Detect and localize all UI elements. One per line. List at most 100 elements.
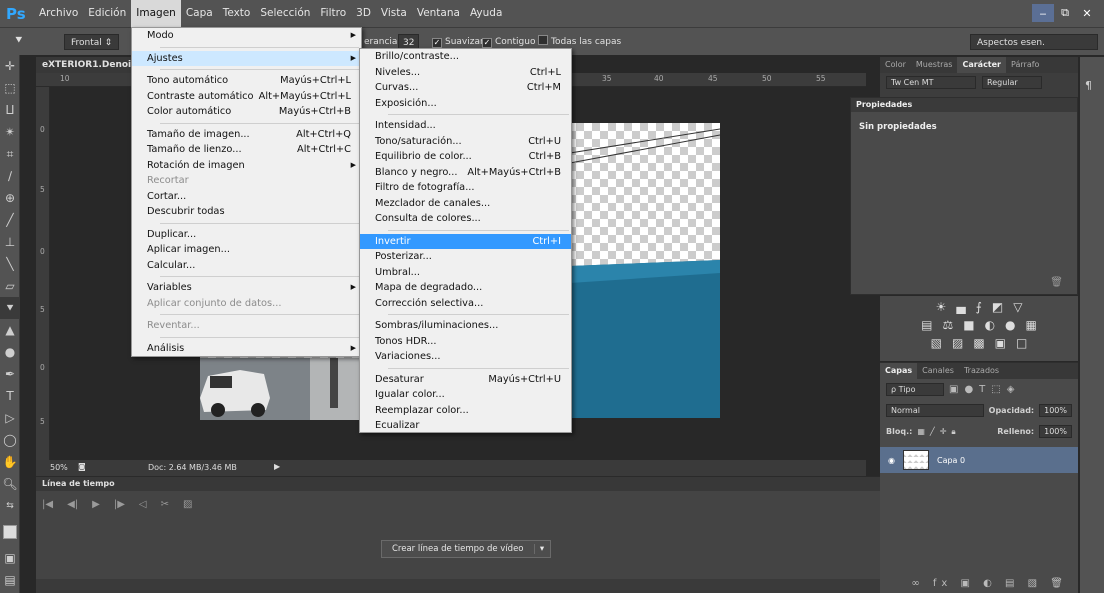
exposure-icon[interactable]: ◩: [992, 300, 1003, 314]
paint-bucket-icon[interactable]: ⯆: [14, 32, 24, 48]
character-panel-icon[interactable]: ¶: [1085, 79, 1099, 92]
clone-stamp-tool-icon[interactable]: ⊥: [0, 231, 20, 253]
menu-item-tamano-de-lienzo[interactable]: Tamaño de lienzo... Alt+Ctrl+C: [132, 142, 361, 158]
menu-item-analisis[interactable]: Análisis ▶: [132, 341, 361, 357]
blur-tool-icon[interactable]: ▲: [0, 319, 20, 341]
tab-swatches[interactable]: Muestras: [911, 57, 958, 73]
menu-item-correccion-selectiva[interactable]: Corrección selectiva...: [360, 296, 571, 312]
menu-item-rotacion-de-imagen[interactable]: Rotación de imagen ▶: [132, 158, 361, 174]
fill-input[interactable]: 100%: [1039, 425, 1072, 438]
invert-icon[interactable]: ▧: [931, 336, 942, 350]
menu-item-aplicar-imagen[interactable]: Aplicar imagen...: [132, 242, 361, 258]
menu-item-cortar[interactable]: Cortar...: [132, 189, 361, 205]
menu-item-ajustes[interactable]: Ajustes ▶: [132, 50, 361, 66]
tab-paths[interactable]: Trazados: [959, 363, 1004, 379]
play-icon[interactable]: ▶: [92, 499, 100, 510]
pen-tool-icon[interactable]: ✒: [0, 363, 20, 385]
hue-saturation-icon[interactable]: ▤: [921, 318, 932, 332]
first-frame-icon[interactable]: |◀: [42, 499, 53, 510]
layers-footer-icons[interactable]: ∞ fx ▣ ◐ ▤ ▧ 🗑︎: [880, 578, 1078, 589]
menu-item-duplicar[interactable]: Duplicar...: [132, 227, 361, 243]
menu-item-mapa-de-degradado[interactable]: Mapa de degradado...: [360, 280, 571, 296]
tab-color[interactable]: Color: [880, 57, 911, 73]
brush-tool-icon[interactable]: ╱: [0, 209, 20, 231]
prev-frame-icon[interactable]: ◀|: [67, 499, 78, 510]
channel-mixer-icon[interactable]: ●: [1005, 318, 1015, 332]
menu-3d[interactable]: 3D: [351, 0, 376, 27]
blend-mode-select[interactable]: Normal: [886, 404, 984, 417]
menu-item-tono-automatico[interactable]: Tono automático Mayús+Ctrl+L: [132, 73, 361, 89]
menu-item-sombras-iluminaciones[interactable]: Sombras/iluminaciones...: [360, 318, 571, 334]
eyedropper-tool-icon[interactable]: ∕: [0, 165, 20, 187]
black-white-icon[interactable]: ■: [963, 318, 974, 332]
menu-item-tamano-de-imagen[interactable]: Tamaño de imagen... Alt+Ctrl+Q: [132, 127, 361, 143]
threshold-icon[interactable]: ▩: [973, 336, 984, 350]
menu-item-tono-saturacion[interactable]: Tono/saturación... Ctrl+U: [360, 134, 571, 150]
menu-filtro[interactable]: Filtro: [315, 0, 351, 27]
opacity-input[interactable]: 100%: [1039, 404, 1072, 417]
curves-icon[interactable]: ⨍: [976, 300, 982, 314]
layer-filter-icons[interactable]: ▣●T⬚◈: [949, 384, 1020, 395]
shape-tool-icon[interactable]: ◯: [0, 429, 20, 451]
menu-texto[interactable]: Texto: [218, 0, 256, 27]
hand-tool-icon[interactable]: ✋: [0, 451, 20, 473]
menu-item-aplicar-conjunto-de-datos[interactable]: Aplicar conjunto de datos...: [132, 296, 361, 312]
menu-item-ecualizar[interactable]: Ecualizar: [360, 418, 571, 434]
menu-item-tonos-hdr[interactable]: Tonos HDR...: [360, 334, 571, 350]
menu-item-equilibrio-de-color[interactable]: Equilibrio de color... Ctrl+B: [360, 149, 571, 165]
menu-item-intensidad[interactable]: Intensidad...: [360, 118, 571, 134]
menu-item-calcular[interactable]: Calcular...: [132, 258, 361, 274]
layer-filter-select[interactable]: ρ Tipo: [886, 383, 944, 396]
font-style-select[interactable]: Regular: [982, 76, 1042, 89]
photo-filter-icon[interactable]: ◐: [985, 318, 995, 332]
color-lookup-icon[interactable]: ▦: [1026, 318, 1037, 332]
status-menu-arrow-icon[interactable]: ▶: [274, 462, 280, 471]
healing-brush-tool-icon[interactable]: ⊕: [0, 187, 20, 209]
magic-wand-tool-icon[interactable]: ✴: [0, 121, 20, 143]
color-balance-icon[interactable]: ⚖: [942, 318, 953, 332]
menu-seleccion[interactable]: Selección: [255, 0, 315, 27]
trash-icon[interactable]: 🗑︎: [1050, 277, 1063, 288]
layer-row[interactable]: ◉ Capa 0: [880, 447, 1078, 473]
font-family-select[interactable]: Tw Cen MT: [886, 76, 976, 89]
menu-item-variables[interactable]: Variables ▶: [132, 280, 361, 296]
menu-item-recortar[interactable]: Recortar: [132, 173, 361, 189]
menu-archivo[interactable]: Archivo: [34, 0, 83, 27]
history-brush-tool-icon[interactable]: ╲: [0, 253, 20, 275]
next-frame-icon[interactable]: |▶: [114, 499, 125, 510]
eye-icon[interactable]: ◉: [888, 456, 895, 465]
menu-item-niveles[interactable]: Niveles... Ctrl+L: [360, 65, 571, 81]
crop-tool-icon[interactable]: ⌗: [0, 143, 20, 165]
share-icon[interactable]: ◙: [78, 462, 86, 471]
chevron-down-icon[interactable]: ▾: [533, 544, 550, 554]
menu-item-igualar-color[interactable]: Igualar color...: [360, 387, 571, 403]
paint-bucket-tool-icon[interactable]: ⯆: [0, 297, 20, 319]
tab-layers[interactable]: Capas: [880, 363, 918, 379]
screen-mode-icon[interactable]: ▤: [0, 569, 20, 591]
transition-icon[interactable]: ▨: [183, 499, 192, 510]
menu-item-filtro-de-fotografia[interactable]: Filtro de fotografía...: [360, 180, 571, 196]
scissors-icon[interactable]: ✂: [161, 499, 169, 510]
minimize-button[interactable]: ‒: [1032, 4, 1054, 22]
ruler-vertical[interactable]: 0 5 0 5 0 5: [36, 87, 50, 460]
document-tab[interactable]: eXTERIOR1.Denoise: [36, 57, 143, 73]
create-video-timeline-button[interactable]: Crear línea de tiempo de vídeo ▾: [381, 540, 551, 558]
dodge-tool-icon[interactable]: ●: [0, 341, 20, 363]
tab-channels[interactable]: Canales: [917, 363, 959, 379]
tab-paragraph[interactable]: Párrafo: [1006, 57, 1044, 73]
posterize-icon[interactable]: ▨: [952, 336, 963, 350]
menu-item-modo[interactable]: Modo ▶: [132, 28, 361, 44]
menu-item-descubrir-todas[interactable]: Descubrir todas: [132, 204, 361, 220]
close-button[interactable]: ✕: [1076, 4, 1098, 22]
path-selection-tool-icon[interactable]: ▷: [0, 407, 20, 429]
lasso-tool-icon[interactable]: ⨿: [0, 99, 20, 121]
color-swatches-icon[interactable]: [0, 517, 20, 547]
eraser-tool-icon[interactable]: ▱: [0, 275, 20, 297]
menu-ayuda[interactable]: Ayuda: [465, 0, 507, 27]
gradient-map-icon[interactable]: ▣: [995, 336, 1006, 350]
menu-item-umbral[interactable]: Umbral...: [360, 265, 571, 281]
swap-colors-icon[interactable]: ⇆: [0, 495, 20, 517]
menu-item-color-automatico[interactable]: Color automático Mayús+Ctrl+B: [132, 104, 361, 120]
marquee-tool-icon[interactable]: ⬚: [0, 77, 20, 99]
vibrance-icon[interactable]: ▽: [1013, 300, 1022, 314]
